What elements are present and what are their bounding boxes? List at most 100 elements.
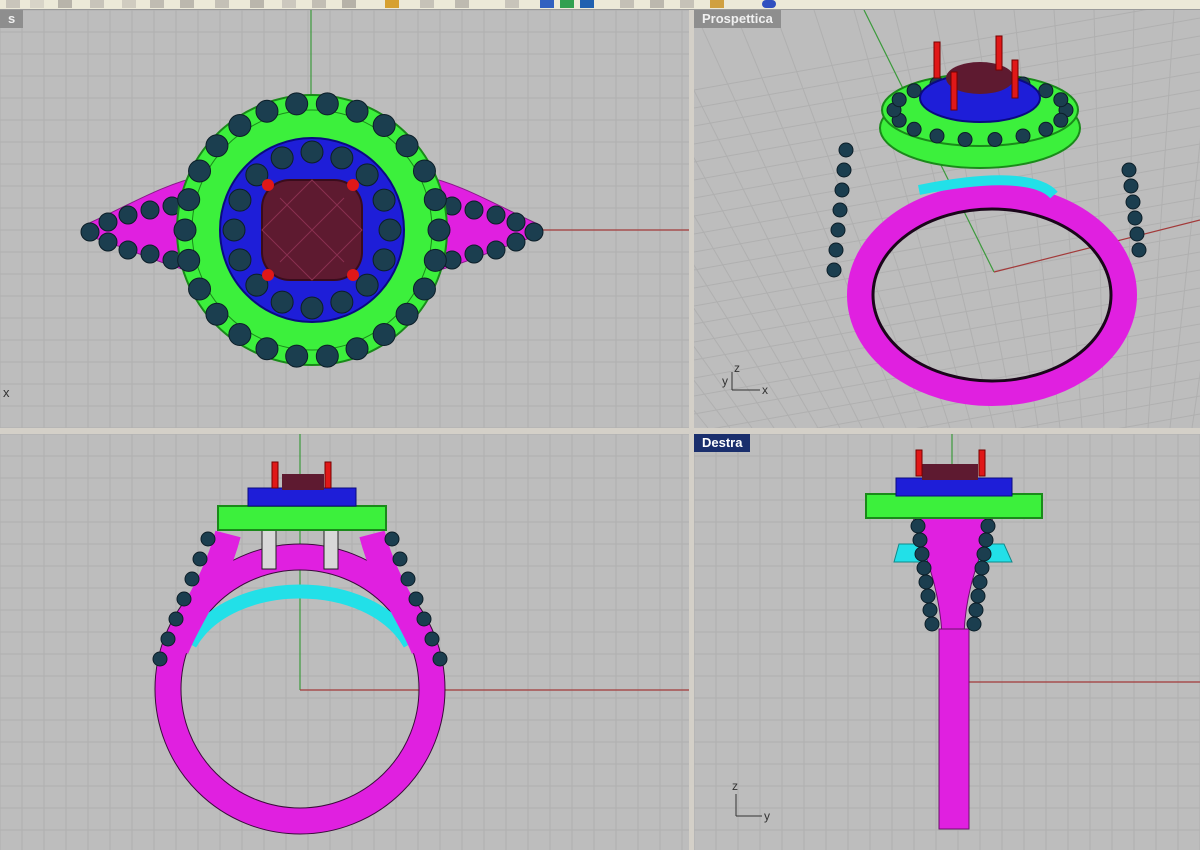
accent-stone [920, 588, 936, 604]
toolbar-button-wireframe[interactable] [540, 0, 554, 8]
accent-stone [188, 277, 212, 301]
accent-stone [330, 290, 354, 314]
accent-stone [330, 146, 354, 170]
toolbar-button-materials[interactable] [710, 0, 724, 8]
accent-stone [826, 262, 842, 278]
toolbar-button-layers[interactable] [505, 0, 519, 8]
axis-gizmo-y: y [722, 374, 728, 388]
accent-stone [464, 200, 484, 220]
viewport-top-title[interactable]: s [0, 10, 24, 28]
toolbar-button-zoom-window[interactable] [420, 0, 434, 8]
accent-stone [184, 571, 200, 587]
outer-halo [217, 505, 387, 531]
viewport-perspective-canvas: y z x [694, 10, 1200, 428]
accent-stone [270, 146, 294, 170]
toolbar-button-open[interactable] [30, 0, 44, 8]
accent-stone [1129, 226, 1145, 242]
accent-stone [974, 560, 990, 576]
toolbar-button-copy[interactable] [150, 0, 164, 8]
toolbar-button-zoom-extents[interactable] [455, 0, 469, 8]
prong [262, 179, 274, 191]
accent-stone [118, 240, 138, 260]
viewport-front[interactable] [0, 434, 689, 850]
accent-stone [315, 92, 339, 116]
toolbar-button-cut[interactable] [122, 0, 136, 8]
axis-gizmo-z: z [732, 779, 738, 793]
accent-stone [378, 218, 402, 242]
toolbar-button-rendered[interactable] [580, 0, 594, 8]
accent-stone [372, 323, 396, 347]
accent-stone [173, 218, 197, 242]
toolbar-button-help[interactable] [762, 0, 776, 8]
accent-stone [906, 121, 922, 137]
toolbar-button-undo[interactable] [215, 0, 229, 8]
accent-stone [412, 277, 436, 301]
accent-stone [486, 240, 506, 260]
viewport-right-title[interactable]: Destra [694, 434, 751, 452]
toolbar-button-paste[interactable] [180, 0, 194, 8]
center-stone [922, 464, 978, 480]
inner-halo [895, 477, 1013, 497]
outer-halo [865, 493, 1043, 519]
toolbar-button-redo[interactable] [250, 0, 264, 8]
toolbar-button-select[interactable] [282, 0, 296, 8]
viewport-top-canvas: x [0, 10, 689, 428]
accent-stone [412, 159, 436, 183]
toolbar-button-save[interactable] [58, 0, 72, 8]
accent-stone [976, 546, 992, 562]
accent-stone [255, 99, 279, 123]
toolbar [0, 0, 1200, 10]
accent-stone [315, 344, 339, 368]
accent-stone [192, 551, 208, 567]
accent-stone [228, 188, 252, 212]
accent-stone [891, 92, 907, 108]
toolbar-button-rotate[interactable] [342, 0, 356, 8]
accent-stone [987, 132, 1003, 148]
accent-stone [300, 140, 324, 164]
viewport-front-canvas [0, 434, 689, 850]
axis-gizmo-y: y [764, 809, 770, 823]
accent-stone [1121, 162, 1137, 178]
accent-stone [914, 546, 930, 562]
toolbar-button-lights[interactable] [650, 0, 664, 8]
ring-band [938, 628, 970, 830]
accent-stone [384, 531, 400, 547]
accent-stone [372, 248, 396, 272]
prong [347, 179, 359, 191]
toolbar-button-print[interactable] [90, 0, 104, 8]
accent-stone [255, 337, 279, 361]
accent-stone [836, 162, 852, 178]
gallery-post-left [261, 528, 277, 570]
axis-gizmo-x: x [3, 385, 10, 400]
toolbar-button-new[interactable] [6, 0, 20, 8]
viewport-perspective[interactable]: y z x Prospettica [694, 10, 1200, 428]
toolbar-button-zoom[interactable] [385, 0, 399, 8]
toolbar-button-options[interactable] [680, 0, 694, 8]
viewport-perspective-title[interactable]: Prospettica [694, 10, 781, 28]
accent-stone [924, 616, 940, 632]
accent-stone [228, 323, 252, 347]
toolbar-button-shaded[interactable] [560, 0, 574, 8]
accent-stone [400, 571, 416, 587]
prong [950, 71, 958, 111]
prong [271, 461, 279, 489]
splitter-horizontal[interactable] [0, 428, 1200, 434]
accent-stone [834, 182, 850, 198]
viewport-right[interactable]: z y Destra [694, 434, 1200, 850]
accent-stone [486, 205, 506, 225]
toolbar-button-pan[interactable] [312, 0, 326, 8]
toolbar-button-render[interactable] [620, 0, 634, 8]
accent-stone [828, 242, 844, 258]
accent-stone [395, 302, 419, 326]
accent-stone [300, 296, 324, 320]
accent-stone [423, 188, 447, 212]
accent-stone [98, 212, 118, 232]
accent-stone [80, 222, 100, 242]
grid-line [694, 214, 819, 428]
accent-stone [424, 631, 440, 647]
accent-stone [432, 651, 448, 667]
accent-stone [345, 337, 369, 361]
accent-stone [285, 344, 309, 368]
accent-stone [140, 244, 160, 264]
viewport-top[interactable]: x s [0, 10, 689, 428]
